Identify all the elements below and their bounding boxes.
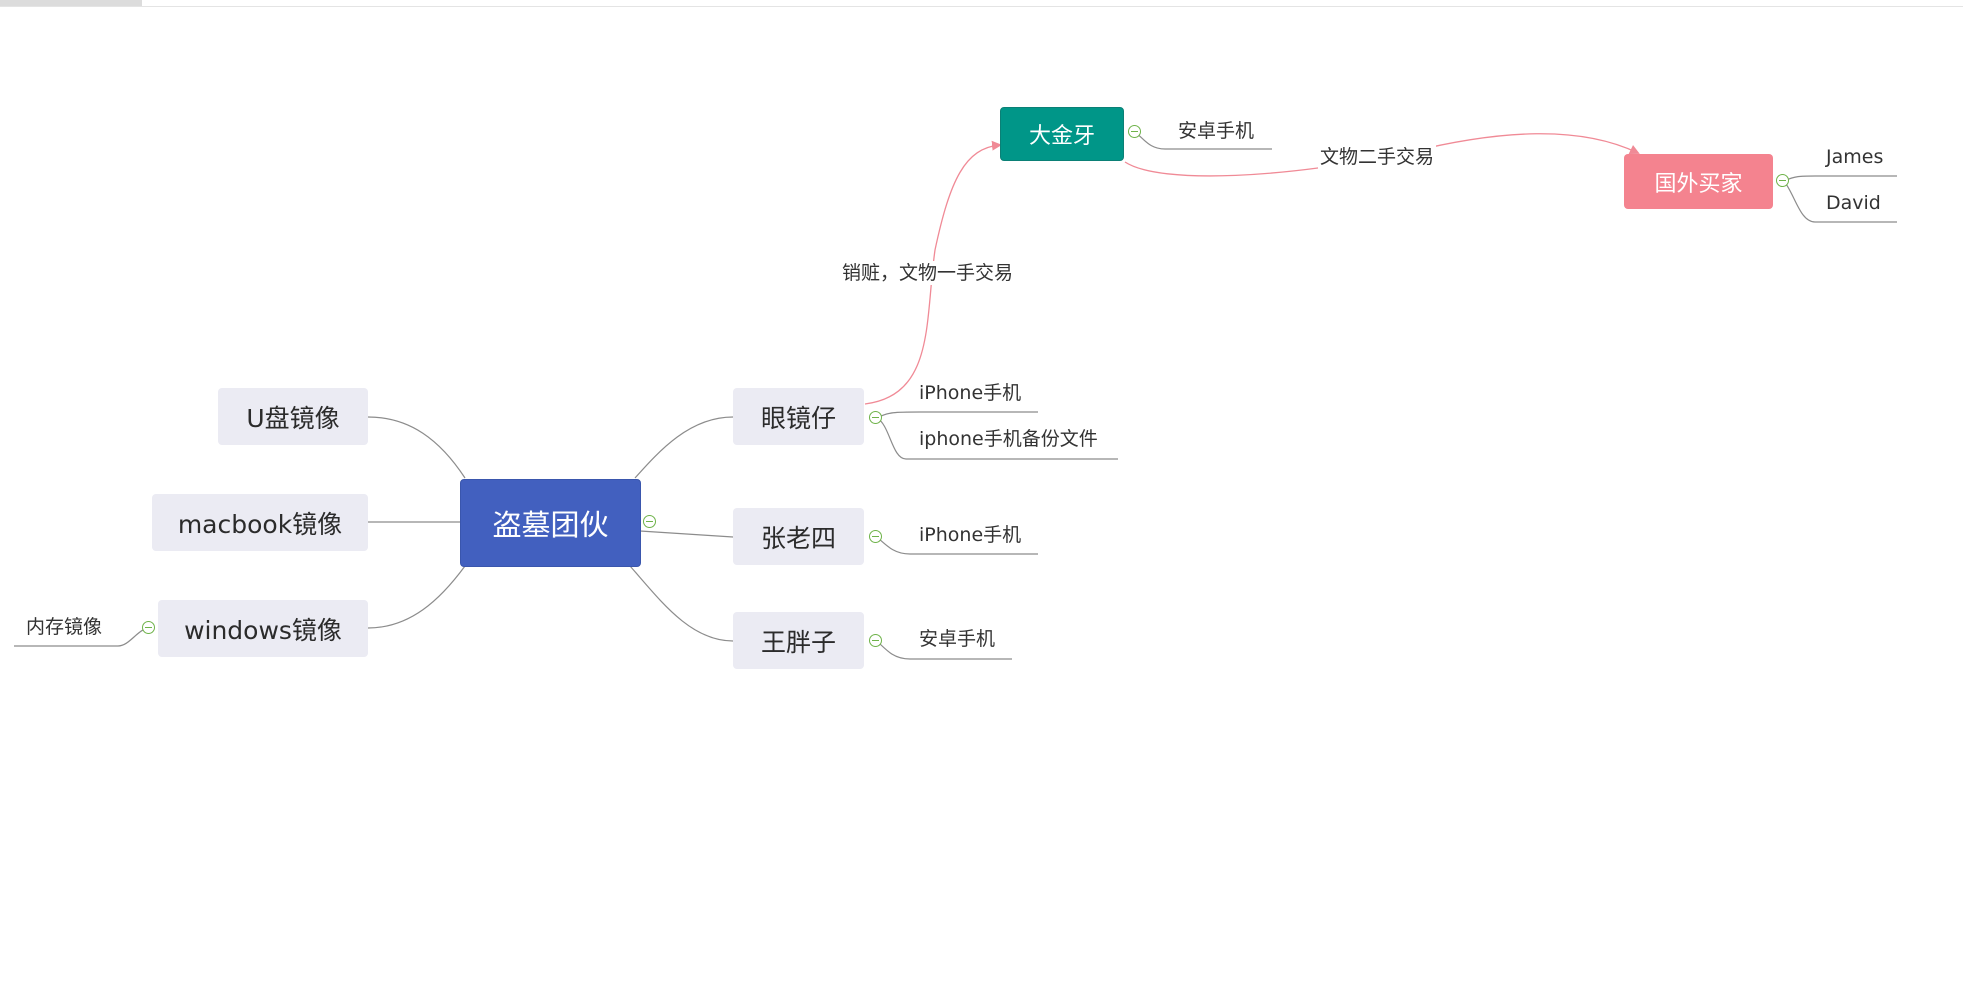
leaf-wangpangzi-android[interactable]: 安卓手机 [919, 627, 995, 651]
collapse-button-root[interactable] [643, 515, 656, 528]
topic-label: 国外买家 [1654, 171, 1743, 197]
collapse-button-windows[interactable] [142, 621, 155, 634]
root-topic-label: 盗墓团伙 [492, 508, 609, 542]
topic-label: 眼镜仔 [760, 403, 836, 433]
collapse-button-zhanglaosi[interactable] [869, 530, 882, 543]
collapse-button-yanjingzai[interactable] [869, 411, 882, 424]
topic-label: windows镜像 [184, 615, 342, 645]
relation-label-first-hand-trade[interactable]: 销赃，文物一手交易 [840, 261, 1016, 285]
topic-dajinya[interactable]: 大金牙 [1000, 107, 1124, 161]
branch-line-yanjingzai-iphone [876, 411, 1038, 419]
branch-line-wangpangzi [629, 565, 734, 642]
collapse-button-wangpangzi[interactable] [869, 634, 882, 647]
leaf-zhanglaosi-iphone[interactable]: iPhone手机 [919, 523, 1021, 547]
topic-yanjingzai[interactable]: 眼镜仔 [733, 388, 864, 445]
topic-macbook-image[interactable]: macbook镜像 [152, 494, 368, 551]
topic-foreign-buyer[interactable]: 国外买家 [1624, 154, 1773, 209]
root-topic-daomu-tuanhuo[interactable]: 盗墓团伙 [460, 479, 641, 567]
leaf-buyer-james[interactable]: James [1826, 145, 1883, 169]
topic-label: 张老四 [760, 523, 836, 553]
leaf-memory-image[interactable]: 内存镜像 [26, 615, 102, 639]
topic-label: 王胖子 [760, 627, 836, 657]
collapse-button-foreign-buyer[interactable] [1776, 174, 1789, 187]
topic-zhanglaosi[interactable]: 张老四 [733, 508, 864, 565]
leaf-buyer-david[interactable]: David [1826, 191, 1881, 215]
topic-label: 大金牙 [1028, 124, 1095, 149]
topic-wangpangzi[interactable]: 王胖子 [733, 612, 864, 669]
branch-line-zhanglaosi [639, 530, 734, 538]
branch-line-yanjingzai [634, 416, 734, 479]
topic-windows-image[interactable]: windows镜像 [158, 600, 368, 657]
branch-line-buyer-james [1783, 175, 1897, 182]
topic-label: U盘镜像 [246, 403, 340, 433]
collapse-button-dajinya[interactable] [1128, 125, 1141, 138]
topic-u-disk-image[interactable]: U盘镜像 [218, 388, 368, 445]
relation-label-second-hand-trade[interactable]: 文物二手交易 [1318, 145, 1437, 169]
leaf-yanjingzai-iphone[interactable]: iPhone手机 [919, 381, 1021, 405]
leaf-yanjingzai-iphone-backup[interactable]: iphone手机备份文件 [919, 427, 1098, 451]
topic-label: macbook镜像 [177, 509, 343, 539]
branch-line-u-disk [367, 416, 466, 479]
branch-line-windows [367, 565, 466, 629]
leaf-dajinya-android[interactable]: 安卓手机 [1178, 119, 1254, 143]
